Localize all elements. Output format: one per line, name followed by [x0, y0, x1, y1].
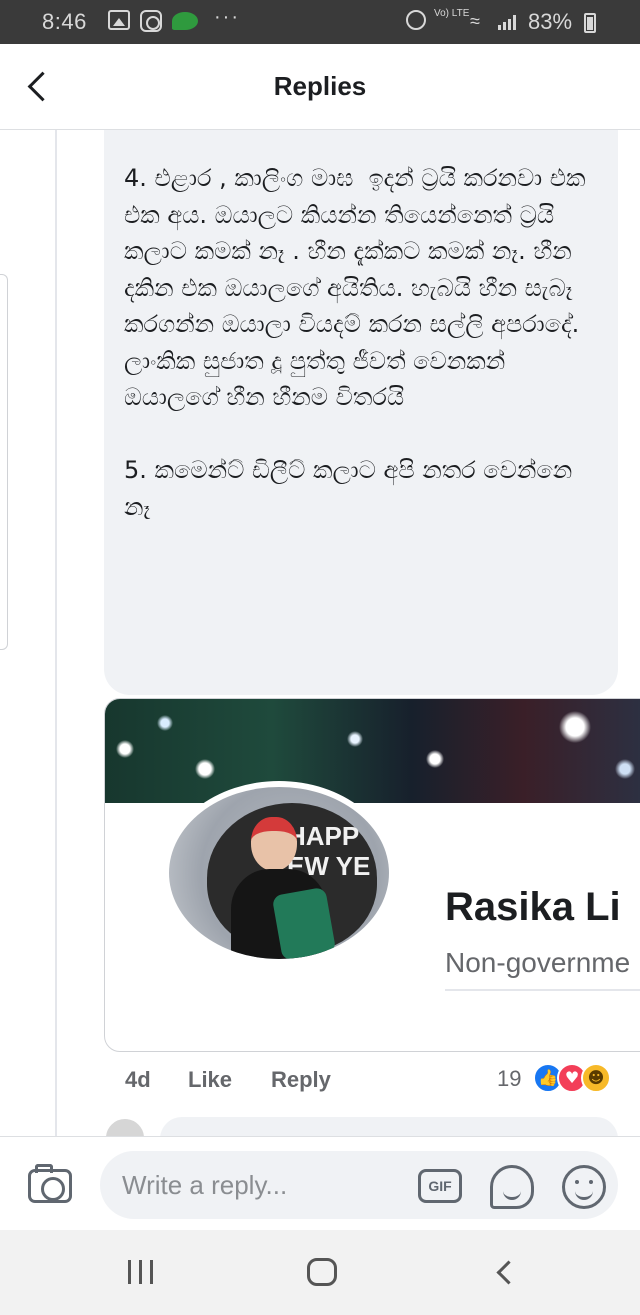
battery-icon — [584, 13, 596, 33]
next-comment-bubble[interactable] — [160, 1117, 618, 1136]
page-avatar[interactable]: HAPP EW YE — [163, 781, 395, 965]
battery-percent: 83% — [528, 9, 573, 34]
reactions-summary[interactable]: 👍 ♥ ☻ — [533, 1063, 623, 1095]
emoji-icon[interactable] — [562, 1165, 606, 1209]
reply-composer: Write a reply... GIF — [0, 1136, 640, 1230]
page-category: Non-governme — [445, 947, 631, 978]
home-icon[interactable] — [307, 1258, 337, 1286]
reply-button[interactable]: Reply — [271, 1067, 331, 1093]
status-bar: 8:46 ··· Vo) LTE ≈ 83% — [0, 0, 640, 44]
person-head — [251, 817, 297, 871]
comment-actions: 4d Like Reply 19 👍 ♥ ☻ — [0, 1063, 640, 1103]
header: Replies — [0, 44, 640, 130]
more-notifications-indicator: ··· — [214, 6, 240, 28]
thread-line — [55, 130, 57, 1136]
volte-indicator: Vo) LTE — [434, 8, 470, 19]
haha-reaction-icon: ☻ — [581, 1063, 611, 1093]
avatar-image: HAPP EW YE — [169, 787, 389, 959]
avatar[interactable] — [104, 1117, 146, 1136]
comment-text: 4. එළාර , කාලිංග මාඝ ඉදන් ට්‍රයි කරනවා එ… — [124, 164, 586, 521]
instagram-icon — [140, 10, 162, 32]
gif-icon[interactable]: GIF — [418, 1169, 462, 1203]
page-link-card[interactable]: HAPP EW YE Rasika Li Non-governme — [104, 698, 640, 1052]
person-bag — [271, 886, 337, 959]
camera-icon[interactable] — [28, 1164, 72, 1203]
replies-thread[interactable]: 4. එළාර , කාලිංග මාඝ ඉදන් ට්‍රයි කරනවා එ… — [0, 130, 640, 1136]
gallery-icon — [108, 10, 130, 30]
reply-placeholder: Write a reply... — [122, 1170, 288, 1200]
chat-icon — [172, 12, 198, 30]
comment-time: 4d — [125, 1067, 151, 1092]
system-nav-bar — [0, 1230, 640, 1315]
status-time: 8:46 — [42, 9, 87, 34]
like-button[interactable]: Like — [188, 1067, 232, 1093]
reply-input[interactable]: Write a reply... GIF — [100, 1151, 618, 1219]
cover-photo — [105, 699, 640, 803]
recent-apps-icon[interactable] — [128, 1260, 156, 1284]
page-title: Replies — [273, 71, 367, 101]
comment-bubble[interactable]: 4. එළාර , කාලිංග මාඝ ඉදන් ට්‍රයි කරනවා එ… — [104, 130, 618, 695]
reaction-count[interactable]: 19 — [497, 1066, 521, 1092]
wifi-icon: ≈ — [470, 11, 480, 31]
signal-icon — [498, 14, 520, 30]
sticker-icon[interactable] — [490, 1165, 534, 1209]
alarm-icon — [406, 10, 426, 30]
card-divider — [445, 989, 640, 991]
page-name[interactable]: Rasika Li — [445, 885, 621, 930]
system-back-icon[interactable] — [492, 1260, 516, 1284]
thread-indicator — [0, 274, 8, 650]
